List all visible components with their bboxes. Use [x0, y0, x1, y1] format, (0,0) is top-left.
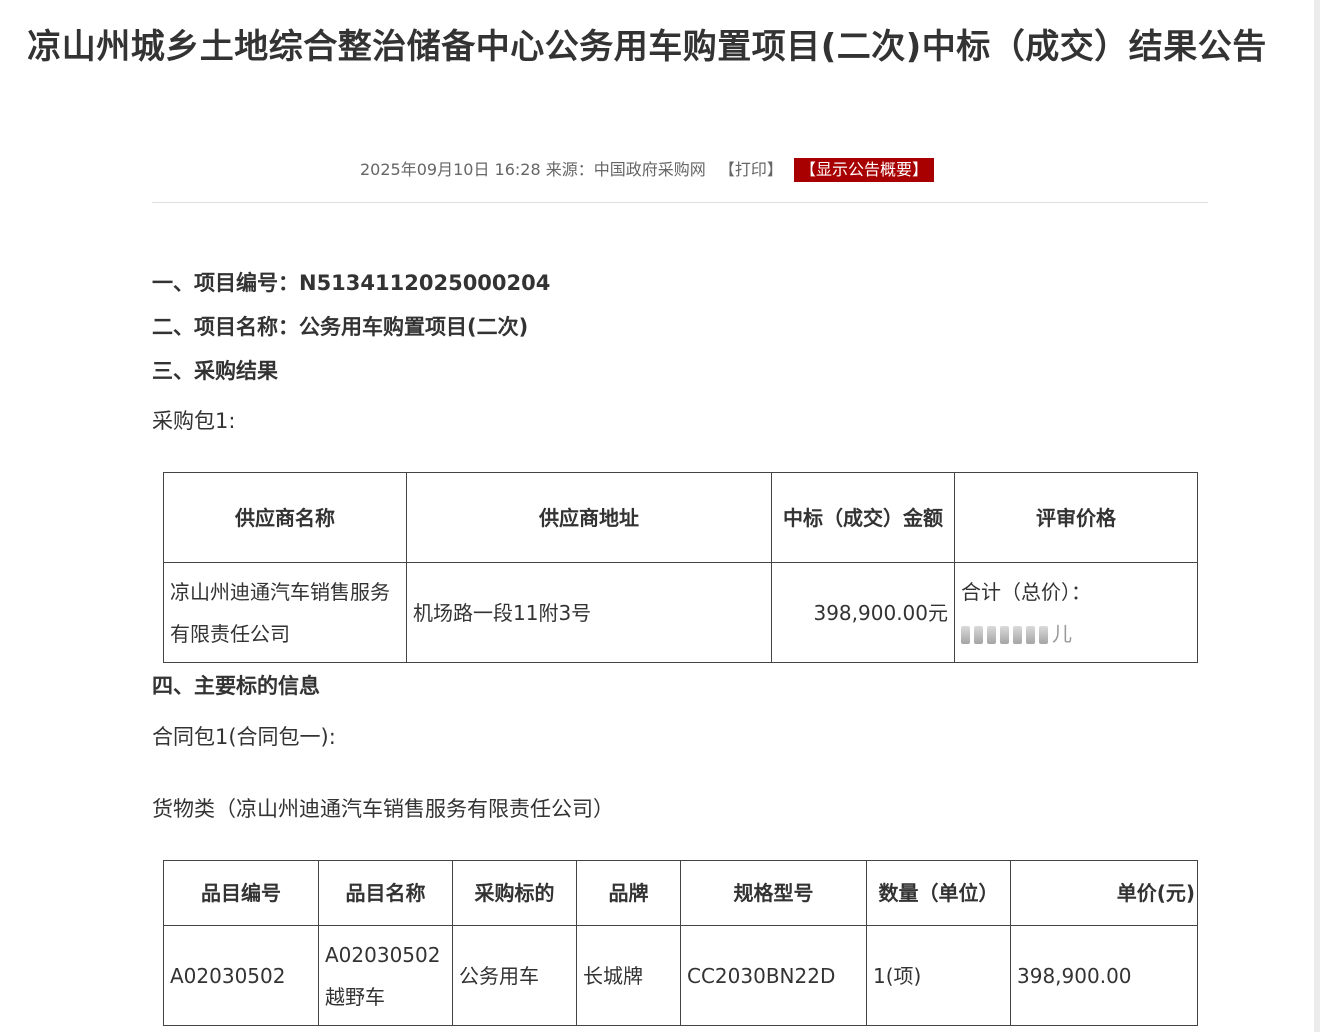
award-amount-cell: 398,900.00元: [771, 562, 955, 663]
brand-cell: 长城牌: [576, 925, 681, 1026]
header-item-name: 品目名称: [318, 860, 453, 926]
quantity-cell: 1(项): [866, 925, 1011, 1026]
package-label: 采购包1:: [152, 409, 236, 433]
supplier-name-cell: 凉山州迪通汽车销售服务有限责任公司: [163, 562, 407, 663]
review-price-label: 合计（总价）：: [961, 579, 1091, 604]
header-brand: 品牌: [576, 860, 681, 926]
table-row: 凉山州迪通汽车销售服务有限责任公司 机场路一段11附3号 398,900.00元…: [163, 562, 1198, 663]
review-price-cell: 合计（总价）： 儿: [954, 562, 1198, 663]
supplier-address-cell: 机场路一段11附3号: [406, 562, 772, 663]
goods-category-label: 货物类（凉山州迪通汽车销售服务有限责任公司）: [152, 797, 614, 821]
header-award-amount: 中标（成交）金额: [771, 472, 955, 563]
project-number-value: N5134112025000204: [299, 271, 551, 295]
project-number-label: 一、项目编号：: [152, 271, 299, 295]
header-model: 规格型号: [680, 860, 867, 926]
article-meta: 2025年09月10日 16:28 来源：中国政府采购网 【打印】 【显示公告概…: [0, 155, 1294, 185]
show-summary-button[interactable]: 【显示公告概要】: [793, 158, 934, 182]
header-supplier-address: 供应商地址: [406, 472, 772, 563]
section-procurement-result: 三、采购结果: [152, 359, 278, 383]
source-name: 中国政府采购网: [593, 160, 706, 179]
contract-package-label: 合同包1(合同包一):: [152, 725, 336, 749]
project-name-value: 公务用车购置项目(二次): [299, 315, 529, 339]
page-right-border: [1314, 0, 1320, 1032]
page-title: 凉山州城乡土地综合整治储备中心公务用车购置项目(二次)中标（成交）结果公告: [27, 27, 1267, 67]
header-supplier-name: 供应商名称: [163, 472, 407, 563]
procurement-target-cell: 公务用车: [452, 925, 577, 1026]
print-link[interactable]: 【打印】: [719, 160, 783, 179]
header-item-code: 品目编号: [163, 860, 319, 926]
item-table: 品目编号 品目名称 采购标的 品牌 规格型号 数量（单位） 单价(元) A020…: [163, 860, 1198, 1026]
header-review-price: 评审价格: [954, 472, 1198, 563]
unit-price-cell: 398,900.00: [1010, 925, 1198, 1026]
model-cell: CC2030BN22D: [680, 925, 867, 1026]
review-price-value-blurred: 儿: [961, 613, 1191, 655]
header-divider: [152, 202, 1208, 203]
result-table: 供应商名称 供应商地址 中标（成交）金额 评审价格 凉山州迪通汽车销售服务有限责…: [163, 472, 1198, 663]
section-project-name: 二、项目名称：公务用车购置项目(二次): [152, 312, 528, 342]
section-project-number: 一、项目编号：N5134112025000204: [152, 268, 550, 298]
header-quantity: 数量（单位）: [866, 860, 1011, 926]
publish-date: 2025年09月10日 16:28: [360, 160, 541, 179]
header-unit-price: 单价(元): [1010, 860, 1198, 926]
item-code-cell: A02030502: [163, 925, 319, 1026]
item-name-cell: A02030502越野车: [318, 925, 453, 1026]
item-table-header-row: 品目编号 品目名称 采购标的 品牌 规格型号 数量（单位） 单价(元): [163, 860, 1198, 926]
table-row: A02030502 A02030502越野车 公务用车 长城牌 CC2030BN…: [163, 925, 1198, 1026]
project-name-label: 二、项目名称：: [152, 315, 299, 339]
header-procurement-target: 采购标的: [452, 860, 577, 926]
review-price-tail: 儿: [1052, 621, 1072, 646]
source-label: 来源：: [545, 160, 594, 179]
section-main-items: 四、主要标的信息: [152, 674, 320, 698]
result-table-header-row: 供应商名称 供应商地址 中标（成交）金额 评审价格: [163, 472, 1198, 563]
